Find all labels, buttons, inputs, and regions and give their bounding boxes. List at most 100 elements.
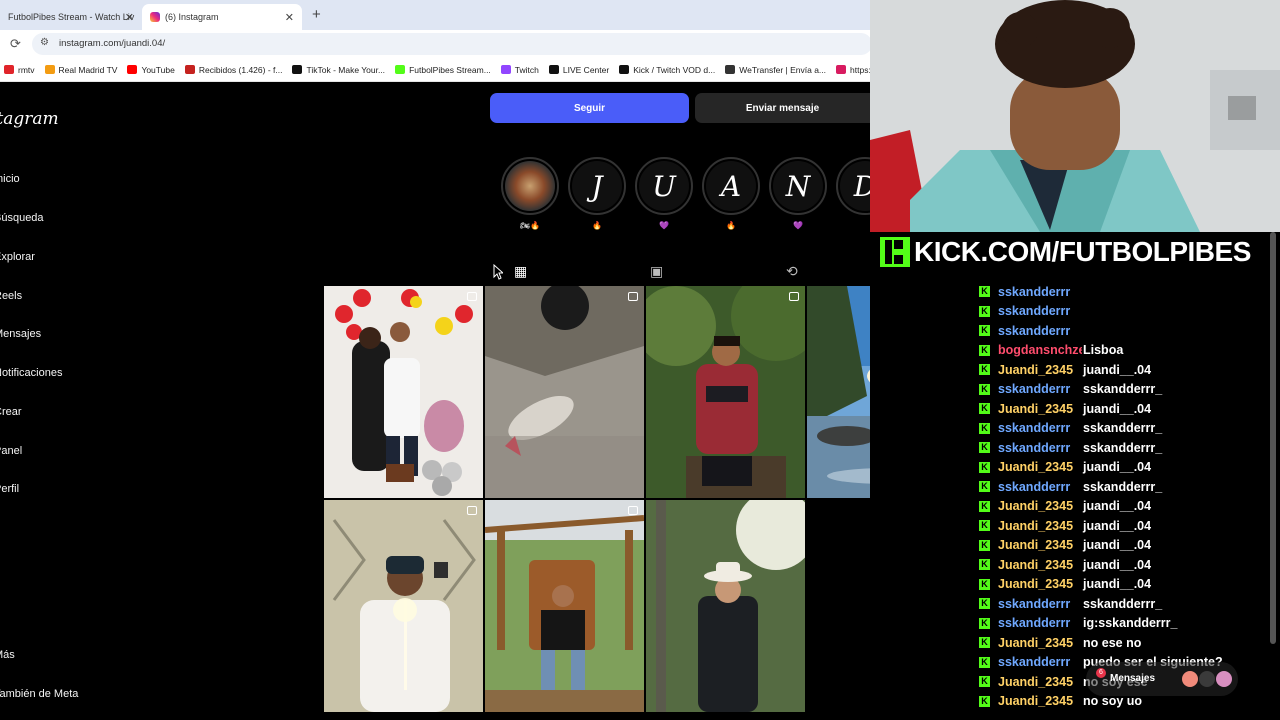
chat-username[interactable]: sskandderrr bbox=[998, 616, 1082, 630]
story-highlight[interactable]: D bbox=[836, 157, 870, 231]
new-tab-button[interactable]: + bbox=[312, 6, 321, 23]
kick-badge-icon: K bbox=[979, 539, 990, 551]
chat-username[interactable]: sskandderrr bbox=[998, 382, 1082, 396]
nav-item[interactable]: Mensajes bbox=[0, 328, 41, 340]
chat-username[interactable]: Juandi_2345 bbox=[998, 519, 1082, 533]
chat-username[interactable]: Juandi_2345 bbox=[998, 363, 1082, 377]
highlight-label: 🔥 bbox=[592, 221, 602, 230]
story-highlight[interactable]: A 🔥 bbox=[702, 157, 760, 231]
chat-username[interactable]: Juandi_2345 bbox=[998, 675, 1082, 689]
follow-button[interactable]: Seguir bbox=[490, 93, 689, 123]
chat-username[interactable]: Juandi_2345 bbox=[998, 499, 1082, 513]
bookmark-favicon-icon bbox=[292, 65, 303, 74]
carousel-icon bbox=[467, 506, 477, 515]
chat-username[interactable]: sskandderrr bbox=[998, 421, 1082, 435]
chat-username[interactable]: sskandderrr bbox=[998, 441, 1082, 455]
nav-item[interactable]: Panel bbox=[0, 445, 22, 457]
chat-text: sskandderrr_ bbox=[1083, 440, 1163, 455]
close-icon[interactable]: ✕ bbox=[285, 11, 294, 24]
nav-item[interactable]: Más bbox=[0, 649, 15, 661]
chat-username[interactable]: sskandderrr bbox=[998, 655, 1082, 669]
reels-tab-icon[interactable]: ▣ bbox=[650, 263, 663, 280]
chat-message: Ksskandderrr sskandderrr_ bbox=[968, 477, 1162, 496]
bookmark-item[interactable]: Twitch bbox=[500, 65, 539, 75]
story-highlight[interactable]: N 💜 bbox=[769, 157, 827, 231]
kick-badge-icon: K bbox=[979, 305, 990, 317]
bookmark-item[interactable]: FutbolPibes Stream... bbox=[395, 65, 491, 75]
chat-username[interactable]: Juandi_2345 bbox=[998, 694, 1082, 708]
chat-username[interactable]: Juandi_2345 bbox=[998, 558, 1082, 572]
chat-text: juandi__.04 bbox=[1083, 362, 1152, 377]
reposts-tab-icon[interactable]: ⟲ bbox=[786, 263, 798, 280]
instagram-logo[interactable]: Instagram bbox=[0, 109, 89, 129]
tab-futbolpibes[interactable]: FutbolPibes Stream - Watch Liv ✕ bbox=[0, 4, 142, 30]
nav-item[interactable]: Búsqueda bbox=[0, 212, 44, 224]
reload-icon[interactable]: ⟳ bbox=[10, 36, 21, 52]
post-thumbnail[interactable] bbox=[646, 286, 805, 498]
post-thumbnail[interactable] bbox=[485, 286, 644, 498]
highlight-label: 🔥 bbox=[726, 221, 736, 230]
profile-tabs: ▦ ▣ ⟲ bbox=[324, 259, 870, 287]
bookmark-item[interactable]: rmtv bbox=[4, 65, 35, 75]
nav-item[interactable]: Explorar bbox=[0, 251, 35, 263]
kick-logo-icon bbox=[880, 237, 910, 267]
close-icon[interactable]: ✕ bbox=[125, 11, 134, 24]
chat-username[interactable]: sskandderrr bbox=[998, 480, 1082, 494]
kick-badge-icon: K bbox=[979, 656, 990, 668]
highlight-letter: D bbox=[840, 161, 870, 211]
chat-username[interactable]: Juandi_2345 bbox=[998, 538, 1082, 552]
chat-username[interactable]: bogdansnchze... bbox=[998, 343, 1082, 357]
messages-pill[interactable]: 6 Mensajes bbox=[1086, 662, 1238, 696]
story-highlight[interactable]: J 🔥 bbox=[568, 157, 626, 231]
chat-username[interactable]: Juandi_2345 bbox=[998, 402, 1082, 416]
post-thumbnail[interactable] bbox=[646, 500, 805, 712]
chat-username[interactable]: sskandderrr bbox=[998, 304, 1082, 318]
story-highlight[interactable]: U 💜 bbox=[635, 157, 693, 231]
chat-username[interactable]: Juandi_2345 bbox=[998, 636, 1082, 650]
post-thumbnail[interactable] bbox=[324, 286, 483, 498]
screen: FutbolPibes Stream - Watch Liv ✕ (6) Ins… bbox=[0, 0, 1280, 720]
bookmark-item[interactable]: Recibidos (1.426) - f... bbox=[184, 65, 282, 75]
kick-badge-icon: K bbox=[979, 286, 990, 297]
avatar bbox=[1216, 671, 1232, 687]
grid-tab-icon[interactable]: ▦ bbox=[514, 263, 528, 287]
post-thumbnail[interactable] bbox=[807, 286, 870, 498]
nav-item[interactable]: Reels bbox=[0, 290, 22, 302]
post-thumbnail[interactable] bbox=[324, 500, 483, 712]
omnibox[interactable]: ⚙ instagram.com/juandi.04/ bbox=[32, 33, 870, 55]
chat-username[interactable]: sskandderrr bbox=[998, 324, 1082, 338]
stream-chat: Ksskandderrr Ksskandderrr Ksskandderrr Kbog… bbox=[968, 272, 1280, 720]
bookmark-item[interactable]: Real Madrid TV bbox=[44, 65, 117, 75]
chat-username[interactable]: Juandi_2345 bbox=[998, 460, 1082, 474]
bookmark-item[interactable]: Kick / Twitch VOD d... bbox=[619, 65, 715, 75]
site-info-icon[interactable]: ⚙ bbox=[40, 37, 49, 48]
chat-username[interactable]: Juandi_2345 bbox=[998, 577, 1082, 591]
bookmark-item[interactable]: YouTube bbox=[127, 65, 175, 75]
chat-text: sskandderrr_ bbox=[1083, 479, 1163, 494]
nav-item[interactable]: Crear bbox=[0, 406, 22, 418]
bookmark-item[interactable]: WeTransfer | Envía a... bbox=[725, 65, 826, 75]
post-thumbnail[interactable] bbox=[485, 500, 644, 712]
chat-text: juandi__.04 bbox=[1083, 577, 1152, 591]
highlight-letter: U bbox=[639, 161, 689, 211]
tab-instagram[interactable]: (6) Instagram ✕ bbox=[142, 4, 302, 30]
nav-item[interactable]: Perfil bbox=[0, 483, 19, 495]
nav-item[interactable]: Inicio bbox=[0, 173, 20, 185]
kick-badge-icon: K bbox=[979, 500, 990, 512]
bookmark-item[interactable]: https:// bbox=[836, 65, 870, 75]
tab-title: (6) Instagram bbox=[165, 12, 219, 22]
chat-scrollbar[interactable] bbox=[1270, 232, 1276, 644]
highlight-cover: D bbox=[836, 157, 870, 215]
story-highlight[interactable]: 🏍🔥 bbox=[501, 157, 559, 231]
url-text: instagram.com/juandi.04/ bbox=[59, 38, 166, 49]
chat-message: Ksskandderrr bbox=[968, 321, 1083, 340]
send-message-button[interactable]: Enviar mensaje bbox=[695, 93, 870, 123]
bookmark-item[interactable]: TikTok - Make Your... bbox=[292, 65, 385, 75]
bookmark-item[interactable]: LIVE Center bbox=[548, 65, 609, 75]
chat-message: Ksskandderrr bbox=[968, 282, 1083, 301]
nav-item[interactable]: Notificaciones bbox=[0, 367, 62, 379]
chat-message: Ksskandderrr sskandderrr_ bbox=[968, 438, 1162, 457]
chat-username[interactable]: sskandderrr bbox=[998, 597, 1082, 611]
chat-username[interactable]: sskandderrr bbox=[998, 285, 1082, 299]
nav-item[interactable]: También de Meta bbox=[0, 688, 78, 700]
